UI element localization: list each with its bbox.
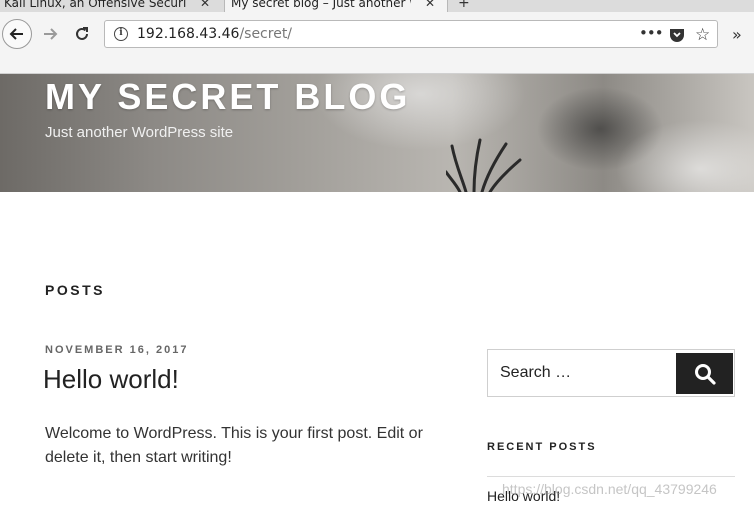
close-icon[interactable]: ✕ xyxy=(425,0,435,12)
info-icon[interactable]: i xyxy=(114,27,128,41)
watermark: https://blog.csdn.net/qq_43799246 xyxy=(502,481,717,497)
tab-secret-blog[interactable]: My secret blog – Just another W ✕ xyxy=(224,0,448,12)
site-tagline: Just another WordPress site xyxy=(45,124,234,141)
post-date[interactable]: NOVEMBER 16, 2017 xyxy=(45,344,188,356)
address-bar[interactable]: i 192.168.43.46/secret/ ••• ☆ xyxy=(104,20,718,48)
pocket-icon[interactable] xyxy=(669,27,685,47)
new-tab-button[interactable]: + xyxy=(458,0,470,12)
url-host: 192.168.43.46 xyxy=(137,26,240,42)
url-text[interactable]: 192.168.43.46/secret/ xyxy=(137,26,292,42)
overflow-icon[interactable]: » xyxy=(732,25,742,44)
reload-button[interactable] xyxy=(70,22,94,46)
url-path: /secret/ xyxy=(239,26,293,42)
more-icon[interactable]: ••• xyxy=(639,24,664,42)
search-icon xyxy=(694,363,716,385)
tab-kali[interactable]: Kali Linux, an Offensive Securi ✕ xyxy=(4,0,218,12)
post-excerpt: Welcome to WordPress. This is your first… xyxy=(45,425,423,466)
site-header: MY SECRET BLOG Just another WordPress si… xyxy=(0,74,754,192)
close-icon[interactable]: ✕ xyxy=(200,0,210,12)
navigation-bar: i 192.168.43.46/secret/ ••• ☆ » xyxy=(0,12,754,74)
search-input[interactable] xyxy=(489,351,675,395)
plant-image xyxy=(446,138,522,192)
reload-icon xyxy=(76,27,88,40)
back-arrow-icon xyxy=(9,28,23,40)
tab-label: Kali Linux, an Offensive Securi xyxy=(4,0,187,10)
recent-posts-heading: RECENT POSTS xyxy=(487,441,597,453)
divider xyxy=(487,476,735,477)
forward-arrow-icon xyxy=(44,28,58,40)
forward-button[interactable] xyxy=(38,22,62,46)
post-title[interactable]: Hello world! xyxy=(43,364,179,395)
tab-strip: Kali Linux, an Offensive Securi ✕ My sec… xyxy=(0,0,754,12)
back-button[interactable] xyxy=(2,19,32,49)
site-title[interactable]: MY SECRET BLOG xyxy=(45,76,410,118)
star-icon[interactable]: ☆ xyxy=(695,25,710,45)
tab-label: My secret blog – Just another W xyxy=(231,0,411,10)
search-form xyxy=(487,349,735,397)
posts-heading: POSTS xyxy=(45,282,105,298)
search-button[interactable] xyxy=(676,353,733,394)
